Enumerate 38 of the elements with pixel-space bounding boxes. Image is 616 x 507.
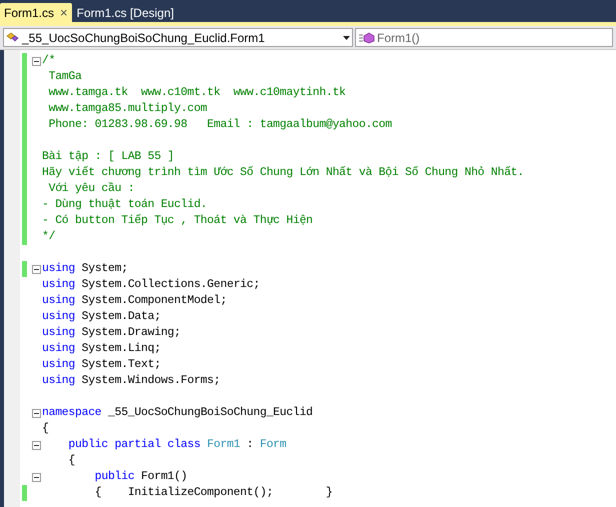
code-line: public Form1() (94, 469, 188, 485)
code-line: /* (42, 53, 56, 69)
code-line: using System.Data; (42, 309, 161, 325)
code-line: Phone: 01283.98.69.98 Email : tamgaalbum@yahoo.com (48, 117, 392, 133)
code-line: www.tamga.tk www.c10mt.tk www.c10maytinh.tk (48, 85, 346, 101)
code-line: - Có button Tiếp Tục , Thoát và Thực Hiện (42, 213, 313, 229)
method-icon (359, 32, 375, 44)
code-line: - Dùng thuật toán Euclid. (42, 197, 208, 213)
collapse-icon[interactable] (32, 472, 40, 482)
document-tab[interactable]: Form1.cs × (0, 3, 72, 22)
document-tab[interactable]: Form1.cs [Design] (72, 3, 178, 22)
code-line: */ (42, 229, 56, 245)
close-button[interactable]: × (60, 2, 68, 22)
code-line: public partial class Form1 : Form (67, 437, 286, 453)
code-line: using System.Drawing; (42, 325, 181, 341)
code-line: using System.Collections.Generic; (42, 277, 260, 293)
code-line: TamGa (48, 69, 82, 85)
code-line: www.tamga85.multiply.com (48, 101, 208, 117)
collapse-icon[interactable] (32, 408, 40, 418)
code-line: namespace _55_UocSoChungBoiSoChung_Euclid (42, 405, 313, 421)
type-dropdown[interactable]: _55_UocSoChungBoiSoChung_Euclid.Form1 (3, 28, 353, 47)
code-line: { InitializeComponent(); } (94, 485, 332, 501)
class-icon (6, 32, 20, 44)
code-line: { (67, 453, 76, 469)
collapse-icon[interactable] (32, 56, 40, 66)
code-line: using System.Windows.Forms; (42, 373, 220, 389)
code-line: Hãy viết chương trình tìm Ước Số Chung Lớn Nhất và Bội Số Chung Nhỏ Nhất. (42, 165, 524, 181)
code-line: using System; (42, 261, 128, 277)
collapse-icon[interactable] (32, 440, 40, 450)
code-line: { (42, 421, 49, 437)
code-line: using System.ComponentModel; (42, 293, 227, 309)
code-line: Với yêu cầu : (48, 181, 134, 197)
code-line: using System.Linq; (42, 341, 161, 357)
code-line: Bài tập : [ LAB 55 ] (42, 149, 174, 165)
code-line: using System.Text; (42, 357, 161, 373)
collapse-icon[interactable] (32, 264, 40, 274)
member-dropdown[interactable]: Form1() (355, 28, 613, 47)
caret-icon (343, 36, 350, 40)
